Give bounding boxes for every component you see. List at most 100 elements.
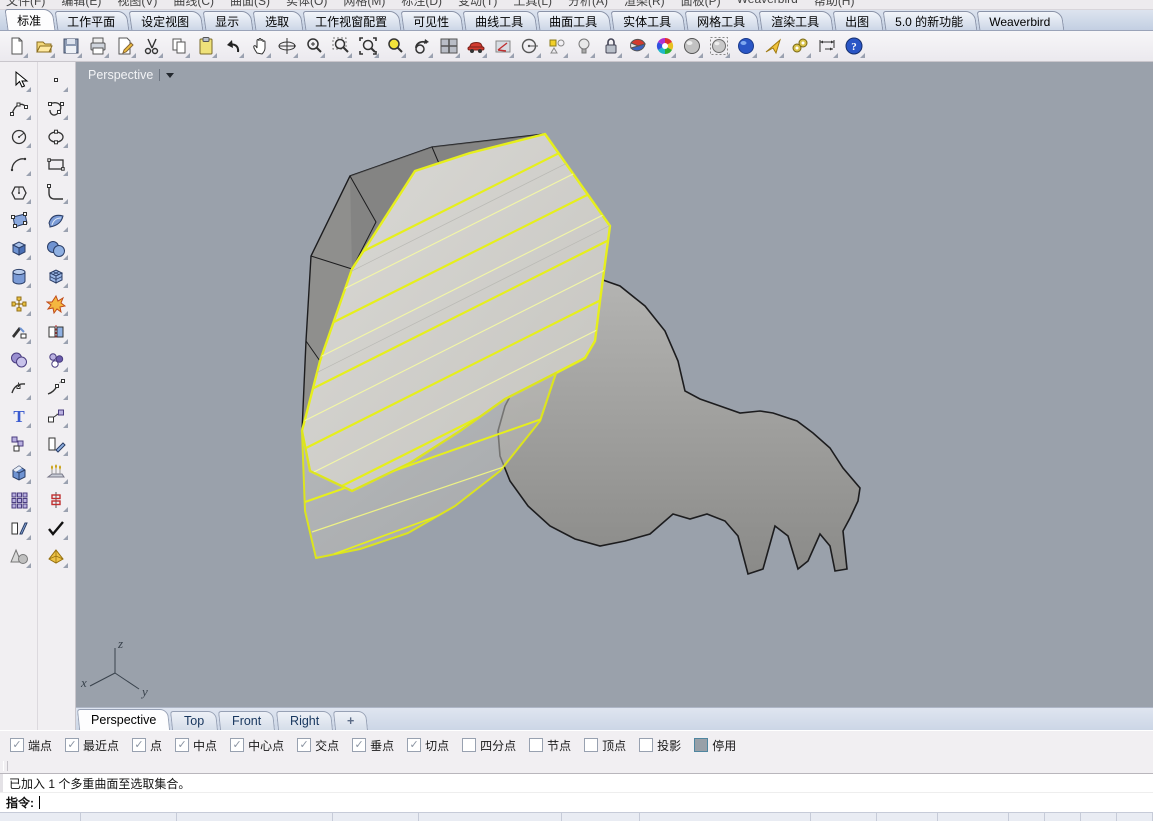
- toolbar-tab-网格工具[interactable]: 网格工具: [685, 11, 760, 30]
- color-wheel-button[interactable]: [652, 34, 677, 59]
- move-tool-button[interactable]: [42, 403, 69, 429]
- mesh-box-tool-button[interactable]: [42, 263, 69, 289]
- camera-lens-button[interactable]: [517, 34, 542, 59]
- arc-tool-button[interactable]: [5, 151, 32, 177]
- rotate-tool-tool-button[interactable]: [42, 431, 69, 457]
- checkbox[interactable]: [584, 738, 598, 752]
- adjust-curve-tool-button[interactable]: [5, 375, 32, 401]
- edit-notes-button[interactable]: [112, 34, 137, 59]
- copy-array-tool-button[interactable]: [5, 431, 32, 457]
- viewport-tab-right[interactable]: Right: [276, 711, 333, 730]
- checkbox[interactable]: ✓: [297, 738, 311, 752]
- osnap-垂点[interactable]: ✓垂点: [352, 737, 394, 754]
- toolbar-tab-渲染工具[interactable]: 渲染工具: [759, 11, 834, 30]
- boolean-circles-tool-button[interactable]: [5, 347, 32, 373]
- osnap-最近点[interactable]: ✓最近点: [65, 737, 119, 754]
- command-prompt[interactable]: 指令:: [0, 792, 1153, 812]
- paste-button[interactable]: [193, 34, 218, 59]
- osnap-顶点[interactable]: 顶点: [584, 737, 626, 754]
- toolbar-tab-曲面工具[interactable]: 曲面工具: [537, 11, 612, 30]
- toolbar-tab-曲线工具[interactable]: 曲线工具: [463, 11, 538, 30]
- osnap-中点[interactable]: ✓中点: [175, 737, 217, 754]
- box-tool-button[interactable]: [5, 235, 32, 261]
- menu-item[interactable]: 标注(D): [401, 0, 442, 9]
- toolbar-tab-5.0 的新功能[interactable]: 5.0 的新功能: [883, 11, 978, 30]
- control-point-curve-tool-button[interactable]: [5, 95, 32, 121]
- rotate-view-button[interactable]: [274, 34, 299, 59]
- cut-button[interactable]: [139, 34, 164, 59]
- zoom-dynamic-button[interactable]: [301, 34, 326, 59]
- car-button[interactable]: [463, 34, 488, 59]
- pointer-tool-button[interactable]: [5, 67, 32, 93]
- osnap-节点[interactable]: 节点: [529, 737, 571, 754]
- menu-item[interactable]: 视图(V): [117, 0, 157, 9]
- menu-item[interactable]: 文件(F): [6, 0, 45, 9]
- menu-item[interactable]: 变动(T): [458, 0, 497, 9]
- toolbar-tab-实体工具[interactable]: 实体工具: [611, 11, 686, 30]
- menu-item[interactable]: 网格(M): [343, 0, 385, 9]
- puzzle-tool-button[interactable]: [5, 291, 32, 317]
- rendered-viewport-button[interactable]: [733, 34, 758, 59]
- array-grid-tool-button[interactable]: [5, 487, 32, 513]
- curve-through-points-tool-button[interactable]: [42, 95, 69, 121]
- viewport-tab-perspective[interactable]: Perspective: [77, 709, 171, 730]
- toolbar-tab-Weaverbird[interactable]: Weaverbird: [977, 11, 1065, 30]
- checkbox[interactable]: [529, 738, 543, 752]
- cone-arrow-button[interactable]: [760, 34, 785, 59]
- explode-tool-button[interactable]: [42, 291, 69, 317]
- viewport-title[interactable]: Perspective: [88, 68, 174, 82]
- menu-item[interactable]: 工具(L): [513, 0, 552, 9]
- help-button[interactable]: ?: [841, 34, 866, 59]
- gripper[interactable]: [3, 761, 8, 771]
- selection-filter-button[interactable]: [544, 34, 569, 59]
- extend-curve-tool-button[interactable]: [42, 375, 69, 401]
- perspective-viewport[interactable]: Perspective: [76, 62, 1153, 707]
- text-tool-button[interactable]: T: [5, 403, 32, 429]
- menu-item[interactable]: 渲染(R): [624, 0, 665, 9]
- menu-item[interactable]: 帮助(H): [814, 0, 855, 9]
- new-document-button[interactable]: [4, 34, 29, 59]
- circle-tool-button[interactable]: [5, 123, 32, 149]
- toolbar-tab-设定视图[interactable]: 设定视图: [129, 11, 204, 30]
- point-circles-tool-button[interactable]: [42, 347, 69, 373]
- section-tool-button[interactable]: [42, 487, 69, 513]
- ellipse-tool-button[interactable]: [42, 123, 69, 149]
- viewport-tab-front[interactable]: Front: [218, 711, 275, 730]
- boolean-spheres-tool-button[interactable]: [42, 235, 69, 261]
- ghosted-viewport-button[interactable]: [706, 34, 731, 59]
- pan-view-button[interactable]: [247, 34, 272, 59]
- zoom-extents-button[interactable]: [355, 34, 380, 59]
- light-button[interactable]: [571, 34, 596, 59]
- viewport-menu-arrow-icon[interactable]: [166, 73, 174, 78]
- toolbar-tab-可见性[interactable]: 可见性: [401, 11, 464, 30]
- checkbox[interactable]: ✓: [230, 738, 244, 752]
- viewport-canvas[interactable]: z x y: [76, 62, 1153, 708]
- osnap-切点[interactable]: ✓切点: [407, 737, 449, 754]
- lights-tool-button[interactable]: [42, 459, 69, 485]
- surface-from-points-tool-button[interactable]: [5, 207, 32, 233]
- zoom-window-button[interactable]: [328, 34, 353, 59]
- polygon-tool-button[interactable]: [5, 179, 32, 205]
- osnap-中心点[interactable]: ✓中心点: [230, 737, 284, 754]
- osnap-交点[interactable]: ✓交点: [297, 737, 339, 754]
- menu-item[interactable]: 编辑(E): [61, 0, 101, 9]
- rectangle-tool-button[interactable]: [42, 151, 69, 177]
- fillet-curve-tool-button[interactable]: [42, 179, 69, 205]
- menu-item[interactable]: Weaverbird: [737, 0, 798, 9]
- gold-pyramid-tool-button[interactable]: [42, 543, 69, 569]
- checkbox[interactable]: ✓: [65, 738, 79, 752]
- options-button[interactable]: [787, 34, 812, 59]
- cplane-button[interactable]: [490, 34, 515, 59]
- print-button[interactable]: [85, 34, 110, 59]
- fillet-box-tool-button[interactable]: [5, 459, 32, 485]
- checkbox[interactable]: ✓: [352, 738, 366, 752]
- undo-button[interactable]: [220, 34, 245, 59]
- point-tool-button[interactable]: [42, 67, 69, 93]
- trim-tool-button[interactable]: [5, 319, 32, 345]
- cone-sphere-tool-button[interactable]: [5, 543, 32, 569]
- menu-item[interactable]: 曲面(S): [230, 0, 270, 9]
- menu-item[interactable]: 曲线(C): [173, 0, 214, 9]
- osnap-端点[interactable]: ✓端点: [10, 737, 52, 754]
- checkbox[interactable]: ✓: [10, 738, 24, 752]
- menu-item[interactable]: 实体(O): [286, 0, 327, 9]
